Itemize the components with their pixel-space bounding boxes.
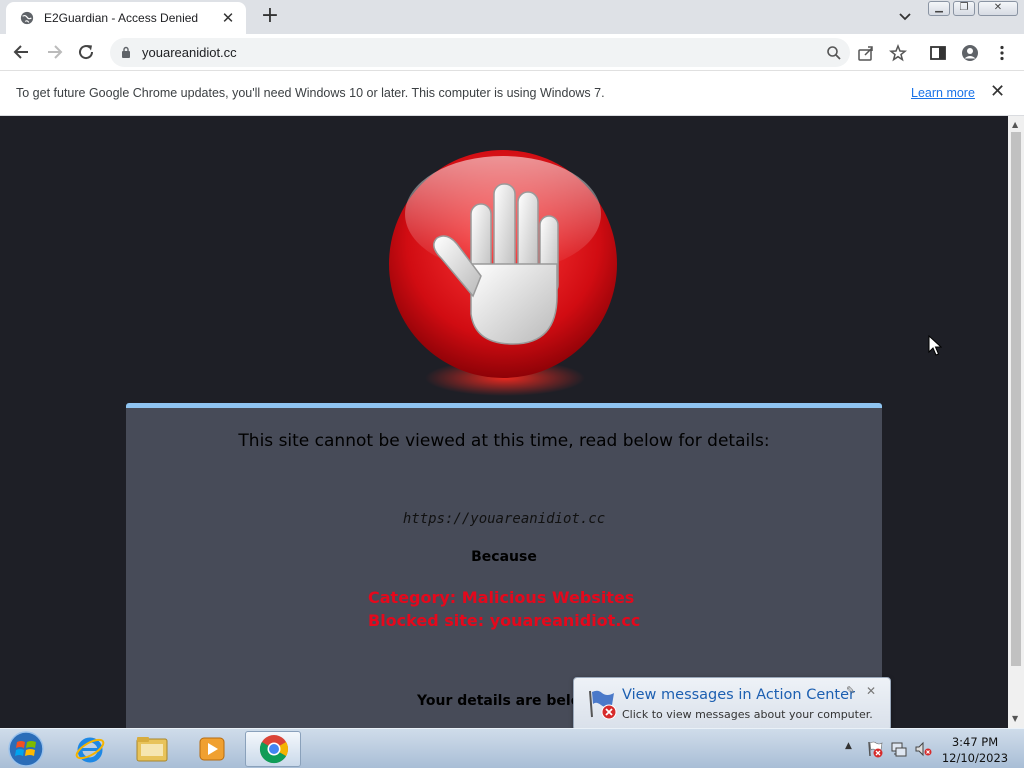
restore-button[interactable]: ❐	[953, 1, 975, 16]
infobar-message: To get future Google Chrome updates, you…	[16, 86, 605, 100]
windows-start-icon[interactable]	[8, 731, 44, 767]
action-center-notification[interactable]: View messages in Action Center Click to …	[573, 677, 891, 731]
internet-explorer-icon	[75, 737, 105, 763]
update-infobar: To get future Google Chrome updates, you…	[0, 71, 1024, 116]
close-window-button[interactable]: ✕	[978, 1, 1018, 16]
taskbar-internet-explorer[interactable]	[62, 731, 118, 767]
learn-more-link[interactable]: Learn more	[911, 86, 975, 100]
notification-settings-icon[interactable]: ✎	[846, 684, 855, 697]
taskbar-file-explorer[interactable]	[124, 731, 180, 767]
reload-icon[interactable]	[76, 42, 96, 62]
tab-title: E2Guardian - Access Denied	[44, 11, 199, 25]
blocked-site-reason: Blocked site: youareanidiot.cc	[368, 611, 641, 630]
tab-search-chevron-icon[interactable]	[897, 8, 913, 24]
tab-close-icon[interactable]: ✕	[220, 10, 236, 26]
because-label: Because	[471, 549, 537, 565]
details-heading: Your details are below:	[417, 693, 599, 709]
browser-tab[interactable]: E2Guardian - Access Denied ✕	[6, 2, 246, 34]
scroll-up-arrow-icon[interactable]: ▲	[1012, 120, 1018, 129]
action-center-flag-icon	[589, 690, 617, 720]
more-menu-icon[interactable]	[993, 44, 1011, 62]
blocked-url: https://youareanidiot.cc	[402, 511, 606, 527]
forward-arrow-icon[interactable]	[44, 42, 64, 62]
taskbar-media-player[interactable]	[184, 731, 240, 767]
page-scrollbar[interactable]: ▲ ▼	[1008, 116, 1024, 728]
notification-title[interactable]: View messages in Action Center	[622, 687, 855, 703]
share-icon[interactable]	[857, 44, 875, 62]
stop-hand-icon	[389, 150, 617, 396]
address-text[interactable]: youareanidiot.cc	[142, 45, 237, 60]
clock-date: 12/10/2023	[941, 751, 1009, 765]
media-player-icon	[199, 737, 225, 761]
scrollbar-thumb[interactable]	[1011, 132, 1021, 666]
blocked-page: This site cannot be viewed at this time,…	[0, 116, 1008, 728]
scroll-down-arrow-icon[interactable]: ▼	[1012, 714, 1018, 723]
side-panel-icon[interactable]	[929, 44, 947, 62]
minimize-button[interactable]: ▁	[928, 1, 950, 16]
mouse-cursor-icon	[928, 335, 942, 356]
search-icon[interactable]	[826, 45, 842, 61]
globe-icon	[20, 11, 34, 25]
network-icon[interactable]	[890, 740, 908, 758]
volume-muted-icon[interactable]	[914, 740, 932, 758]
tab-strip: E2Guardian - Access Denied ✕ + ▁ ❐ ✕	[0, 0, 1024, 34]
profile-avatar-icon[interactable]	[961, 44, 979, 62]
taskbar: ▲ 3:47 PM 12/10/2023	[0, 728, 1024, 768]
block-heading: This site cannot be viewed at this time,…	[238, 431, 770, 451]
back-arrow-icon[interactable]	[12, 42, 32, 62]
notification-subtitle[interactable]: Click to view messages about your comput…	[622, 708, 873, 721]
new-tab-button[interactable]: +	[259, 5, 281, 27]
system-clock[interactable]: 3:47 PM 12/10/2023	[940, 734, 1010, 766]
address-bar[interactable]: youareanidiot.cc	[110, 38, 850, 67]
bookmark-star-icon[interactable]	[889, 44, 907, 62]
category-reason: Category: Malicious Websites	[368, 588, 635, 607]
chrome-icon	[259, 735, 288, 764]
taskbar-chrome[interactable]	[245, 731, 301, 767]
lock-icon[interactable]	[121, 46, 131, 58]
clock-time: 3:47 PM	[951, 735, 999, 749]
folder-icon	[136, 737, 168, 762]
show-hidden-icons-arrow[interactable]: ▲	[845, 741, 852, 751]
action-center-tray-icon[interactable]	[866, 740, 884, 758]
notification-close-icon[interactable]: ✕	[866, 684, 876, 698]
infobar-close-icon[interactable]: ✕	[990, 83, 1005, 101]
browser-toolbar: youareanidiot.cc	[0, 34, 1024, 71]
